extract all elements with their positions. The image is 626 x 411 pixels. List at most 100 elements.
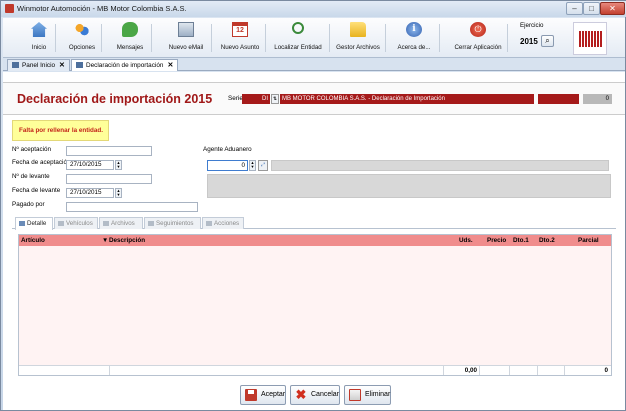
agente-search-icon[interactable]: ⤢ [258,160,268,171]
options-icon [74,22,90,37]
tab-label: Declaración de importación [86,62,164,69]
toolbar-label: Opciones [68,44,96,51]
grid-footer: 0,00 0 [19,365,611,375]
cancel-button[interactable]: ✖ Cancelar [290,385,340,405]
toolbar-cerrar-aplicacion-button[interactable]: ⏻ Cerrar Aplicación [451,20,508,54]
grid-header: Artículo ▼ Descripción Uds. Precio Dto.1… [19,235,611,246]
levante-input[interactable] [66,174,152,184]
window-title: Winmotor Automoción - MB Motor Colombia … [17,4,187,13]
close-window-button[interactable]: ✕ [600,2,625,15]
serie-field[interactable]: DI [242,94,270,104]
power-icon: ⏻ [470,22,486,37]
attachment-icon [103,220,109,226]
agente-name-field [271,160,609,171]
tab-label: Vehículos [66,220,93,227]
fecha-levante-input[interactable]: 27/10/2015 [66,188,114,198]
col-dto1[interactable]: Dto.1 [513,235,529,246]
tab-vehiculos[interactable]: Vehículos [54,217,98,229]
email-icon [178,22,194,37]
calendar-icon: 12 [232,22,248,37]
tab-label: Seguimientos [156,220,194,227]
title-bar: Winmotor Automoción - MB Motor Colombia … [1,1,626,17]
missing-entity-warning: Falta por rellenar la entidad. [12,120,109,141]
toolbar-mensajes-button[interactable]: Mensajes [111,20,152,54]
col-uds[interactable]: Uds. [459,235,473,246]
tab-acciones[interactable]: Acciones [202,217,244,229]
col-descripcion[interactable]: Descripción [109,235,145,246]
toolbar-label: Mensajes [116,44,144,51]
pagado-input[interactable] [66,202,198,212]
close-tab-icon[interactable]: ✕ [59,62,65,69]
fecha-levante-label: Fecha de levante [12,187,61,194]
col-parcial[interactable]: Parcial [578,235,599,246]
toolbar-label: Nuevo Asunto [220,44,260,51]
toolbar-label: Cerrar Aplicación [454,44,502,51]
info-icon: i [406,22,422,37]
col-precio[interactable]: Precio [487,235,506,246]
trash-icon [349,389,361,401]
toolbar-inicio-button[interactable]: Inicio [25,20,56,54]
toolbar-localizar-entidad-button[interactable]: Localizar Entidad [269,20,330,54]
tab-archivos[interactable]: Archivos [99,217,143,229]
toolbar-nuevo-asunto-button[interactable]: 12 Nuevo Asunto [217,20,266,54]
folder-icon [350,22,366,37]
col-descripcion-sort-icon[interactable]: ▼ [102,235,108,246]
close-tab-icon[interactable]: ✕ [167,62,173,69]
star-icon [206,220,212,226]
home-icon [31,22,47,37]
ejercicio-value: 2015 [520,37,538,46]
serie-label: Serie [228,95,243,102]
document-content: Declaración de importación 2015 Serie DI… [3,72,625,410]
toolbar-gestor-archivos-button[interactable]: Gestor Archivos [333,20,386,54]
status-field [538,94,579,104]
page-title: Declaración de importación 2015 [17,92,213,106]
entity-field[interactable]: MB MOTOR COLOMBIA S.A.S. - Declaración d… [280,94,534,104]
ejercicio-group: Ejercicio 2015 ⌕ [515,22,560,54]
agente-spinner[interactable]: ▲ ▼ [249,160,256,171]
accept-button[interactable]: Aceptar [240,385,286,405]
list-icon [19,220,25,226]
tab-seguimientos[interactable]: Seguimientos [144,217,201,229]
number-field: 0 [583,94,612,104]
car-icon [58,220,64,226]
panel-icon [12,62,19,68]
fecha-levante-spinner[interactable]: ▲ ▼ [115,188,122,198]
app-icon [5,4,14,13]
tab-label: Acciones [214,220,240,227]
search-icon [292,22,304,34]
toolbar-label: Nuevo eMail [168,44,204,51]
maximize-button[interactable]: □ [583,2,600,15]
minimize-button[interactable]: – [566,2,583,15]
aceptacion-input[interactable] [66,146,152,156]
toolbar-label: Gestor Archivos [336,44,380,51]
accept-label: Aceptar [261,391,286,398]
col-articulo[interactable]: Artículo [21,235,45,246]
detail-tabs: Detalle Vehículos Archivos Seguimientos … [12,216,616,230]
fecha-aceptacion-spinner[interactable]: ▲ ▼ [115,160,122,170]
toolbar-nuevo-email-button[interactable]: Nuevo eMail [163,20,212,54]
serie-selector-button[interactable]: ⇅ [271,94,279,104]
delete-button[interactable]: Eliminar [344,385,391,405]
company-logo [573,22,607,55]
tracking-icon [148,220,154,226]
tab-declaracion-importacion[interactable]: Declaración de importación ✕ [71,59,179,71]
detail-grid[interactable]: Artículo ▼ Descripción Uds. Precio Dto.1… [18,234,612,376]
tab-panel-inicio[interactable]: Panel Inicio ✕ [7,59,70,71]
footer-uds-total: 0,00 [443,366,479,375]
cancel-icon: ✖ [295,387,307,402]
agente-details-area [207,174,611,198]
tab-detalle[interactable]: Detalle [15,217,53,230]
ejercicio-search-button[interactable]: ⌕ [541,35,554,47]
col-dto2[interactable]: Dto.2 [539,235,555,246]
toolbar-opciones-button[interactable]: Opciones [65,20,102,54]
toolbar-label: Inicio [31,44,47,51]
tab-label: Archivos [111,220,135,227]
fecha-aceptacion-input[interactable]: 27/10/2015 [66,160,114,170]
agente-input[interactable]: 0 [207,160,248,171]
app-window: Winmotor Automoción - MB Motor Colombia … [0,0,626,411]
fecha-aceptacion-label: Fecha de aceptación [12,159,71,166]
document-icon [76,62,83,68]
ejercicio-label: Ejercicio [520,22,544,29]
tab-label: Panel Inicio [22,62,56,69]
toolbar-acerca-button[interactable]: i Acerca de... [391,20,440,54]
